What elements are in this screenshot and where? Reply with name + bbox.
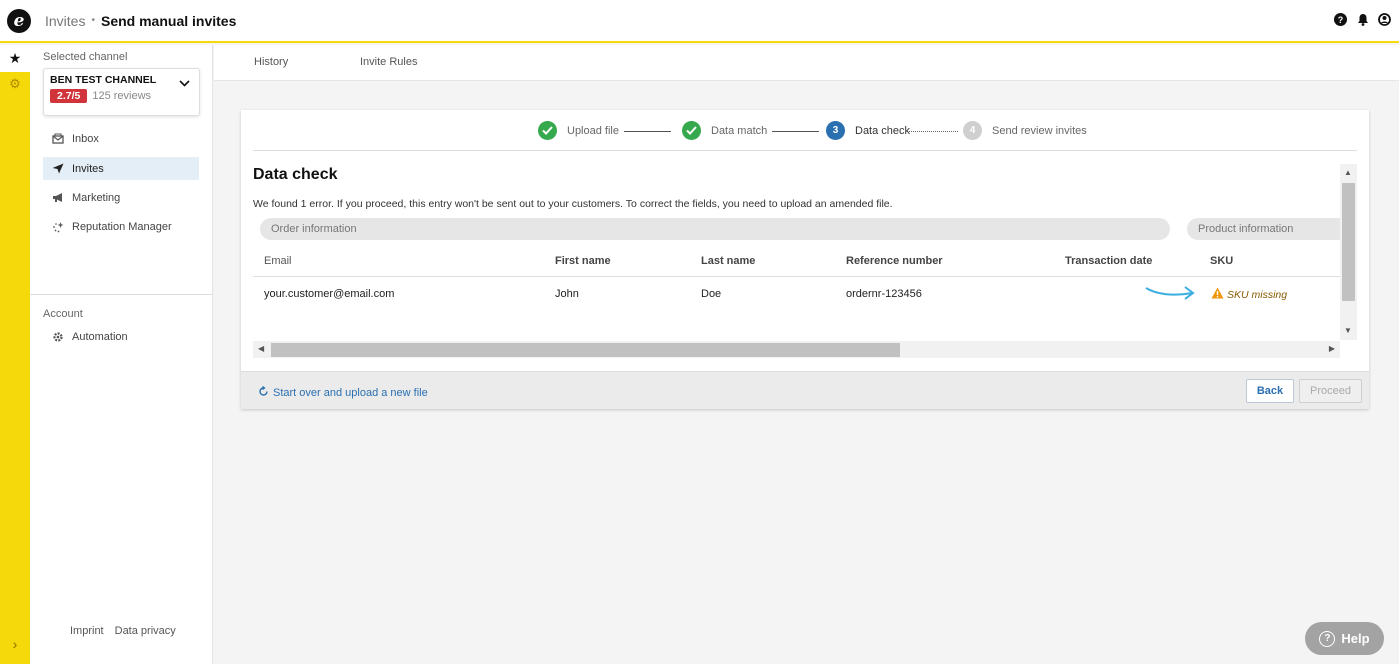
imprint-link[interactable]: Imprint xyxy=(70,625,104,637)
channel-selector[interactable]: BEN TEST CHANNEL 2.7/5 125 reviews xyxy=(43,68,200,116)
start-over-link[interactable]: Start over and upload a new file xyxy=(258,385,428,400)
sidebar-item-label: Automation xyxy=(72,330,128,343)
send-icon xyxy=(51,163,65,174)
refresh-icon xyxy=(258,385,269,400)
user-circle-icon[interactable] xyxy=(1378,13,1391,26)
step-label: Data match xyxy=(711,124,768,137)
column-header-transaction-date[interactable]: Transaction date xyxy=(1065,255,1152,267)
cell-first-name: John xyxy=(555,288,579,300)
horizontal-scrollbar[interactable]: ◀ ▶ xyxy=(253,341,1340,358)
sidebar-item-marketing[interactable]: Marketing xyxy=(43,186,199,209)
step-connector xyxy=(772,131,819,132)
help-label: Help xyxy=(1341,631,1370,646)
steps-divider xyxy=(253,150,1357,151)
sidebar-item-label: Inbox xyxy=(72,132,99,145)
vertical-scroll-thumb[interactable] xyxy=(1342,183,1355,301)
step-connector xyxy=(909,131,958,132)
trusted-shops-logo[interactable]: e xyxy=(7,8,31,33)
column-header-first-name[interactable]: First name xyxy=(555,255,611,267)
column-header-reference-number[interactable]: Reference number xyxy=(846,255,943,267)
step-send-review-invites: 4 Send review invites xyxy=(963,121,1087,140)
sidebar-item-label: Marketing xyxy=(72,191,121,204)
column-header-last-name[interactable]: Last name xyxy=(701,255,755,267)
sidebar-item-inbox[interactable]: Inbox xyxy=(43,127,199,150)
checkmark-icon xyxy=(682,121,701,140)
megaphone-icon xyxy=(51,192,65,203)
scroll-left-icon[interactable]: ◀ xyxy=(258,344,264,353)
svg-text:?: ? xyxy=(1338,15,1344,25)
horizontal-scroll-thumb[interactable] xyxy=(271,343,900,357)
breadcrumb-parent[interactable]: Invites xyxy=(45,13,85,29)
sidebar: Selected channel BEN TEST CHANNEL 2.7/5 … xyxy=(30,45,213,664)
step-label: Upload file xyxy=(567,124,619,137)
start-over-text: Start over and upload a new file xyxy=(273,387,428,399)
selected-channel-label: Selected channel xyxy=(43,51,128,63)
sidebar-item-label: Reputation Manager xyxy=(72,220,172,233)
breadcrumb: Invites • Send manual invites xyxy=(45,13,236,29)
step-upload-file: Upload file xyxy=(538,121,619,140)
bell-icon[interactable] xyxy=(1356,13,1369,26)
table-header-divider xyxy=(253,276,1340,277)
sidebar-item-reputation-manager[interactable]: Reputation Manager xyxy=(43,215,199,238)
breadcrumb-separator: • xyxy=(91,15,95,26)
warning-icon xyxy=(1211,287,1224,302)
inbox-icon xyxy=(51,133,65,144)
channel-name: BEN TEST CHANNEL xyxy=(50,74,157,86)
sparkle-icon xyxy=(51,221,65,233)
data-check-card: Upload file Data match 3 Data check 4 Se… xyxy=(241,110,1369,409)
sidebar-item-invites[interactable]: Invites xyxy=(43,157,199,180)
proceed-button[interactable]: Proceed xyxy=(1299,379,1362,403)
card-footer: Start over and upload a new file Back Pr… xyxy=(241,371,1369,409)
column-header-sku[interactable]: SKU xyxy=(1210,255,1233,267)
section-title: Data check xyxy=(253,166,338,183)
sidebar-divider xyxy=(30,294,213,295)
scroll-up-icon[interactable]: ▲ xyxy=(1344,168,1352,177)
sub-navigation: History Invite Rules xyxy=(214,45,1399,81)
data-privacy-link[interactable]: Data privacy xyxy=(115,625,176,637)
chevron-down-icon xyxy=(179,76,190,90)
sku-error-text: SKU missing xyxy=(1227,288,1288,301)
cell-last-name: Doe xyxy=(701,288,722,300)
error-message: We found 1 error. If you proceed, this e… xyxy=(253,198,893,210)
step-label: Data check xyxy=(855,124,911,137)
page-title: Send manual invites xyxy=(100,12,237,29)
sidebar-item-automation[interactable]: Automation xyxy=(43,325,199,348)
help-button[interactable]: ? Help xyxy=(1305,622,1384,655)
tab-history[interactable]: History xyxy=(254,56,288,68)
account-label: Account xyxy=(43,308,83,320)
sku-error: SKU missing xyxy=(1211,287,1287,302)
rating-badge: 2.7/5 xyxy=(50,89,88,103)
step-connector xyxy=(624,131,671,132)
group-product-information: Product information xyxy=(1187,218,1340,240)
step-data-check: 3 Data check xyxy=(826,121,910,140)
back-button[interactable]: Back xyxy=(1246,379,1294,403)
cell-email: your.customer@email.com xyxy=(264,288,395,300)
vertical-scrollbar[interactable]: ▲ ▼ xyxy=(1340,164,1357,340)
step-data-match: Data match xyxy=(682,121,767,140)
scroll-right-icon[interactable]: ▶ xyxy=(1329,344,1335,353)
cog-robot-icon xyxy=(51,331,65,343)
pointer-arrow-icon xyxy=(1144,283,1196,306)
tab-invite-rules[interactable]: Invite Rules xyxy=(360,56,417,68)
step-number: 3 xyxy=(826,121,845,140)
gear-icon[interactable]: ⚙ xyxy=(0,72,30,96)
top-bar: e Invites • Send manual invites ? xyxy=(0,0,1399,43)
star-icon[interactable]: ★ xyxy=(0,45,30,72)
left-rail: ★ ⚙ › xyxy=(0,45,30,664)
help-circle-icon[interactable]: ? xyxy=(1334,13,1347,26)
expand-rail-icon[interactable]: › xyxy=(0,636,30,652)
cell-reference-number: ordernr-123456 xyxy=(846,288,922,300)
step-number: 4 xyxy=(963,121,982,140)
column-header-email[interactable]: Email xyxy=(264,255,292,267)
group-order-information: Order information xyxy=(260,218,1170,240)
review-count: 125 reviews xyxy=(92,90,152,102)
step-label: Send review invites xyxy=(992,124,1087,137)
checkmark-icon xyxy=(538,121,557,140)
scroll-down-icon[interactable]: ▼ xyxy=(1344,326,1352,335)
wizard-steps: Upload file Data match 3 Data check 4 Se… xyxy=(241,121,1369,141)
question-icon: ? xyxy=(1319,630,1336,647)
sidebar-item-label: Invites xyxy=(72,162,104,175)
